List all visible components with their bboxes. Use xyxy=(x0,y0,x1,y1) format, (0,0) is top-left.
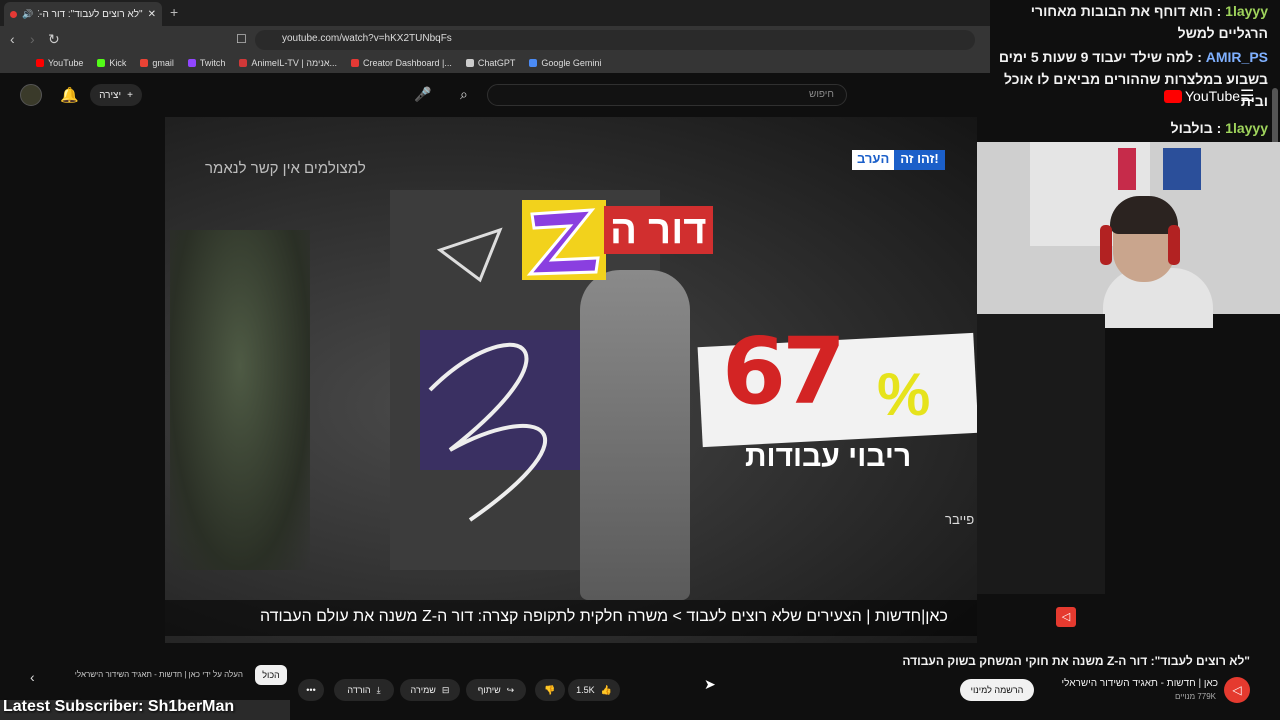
news-ticker-text: כאן|חדשות | הצעירים שלא רוצים לעבוד > מש… xyxy=(260,608,948,625)
video-side-area xyxy=(977,314,1105,594)
forward-icon[interactable]: › xyxy=(30,31,35,47)
thumbs-down-icon: 👎 xyxy=(544,684,556,695)
hamburger-menu-icon[interactable]: ☰ xyxy=(1240,86,1254,106)
save-button[interactable]: שמירה ⊟ xyxy=(400,679,460,701)
like-button[interactable]: 1.5K 👍 xyxy=(568,679,620,701)
video-tree xyxy=(170,230,310,570)
create-label: יצירה xyxy=(99,89,122,101)
headset-icon xyxy=(1100,225,1112,265)
url-bar[interactable]: youtube.com/watch?v=hKX2TUNbqFs xyxy=(255,30,975,50)
headset-icon xyxy=(1168,225,1180,265)
webcam-poster xyxy=(1118,148,1136,190)
channel-avatar[interactable]: ◁ xyxy=(1224,677,1250,703)
more-actions-button[interactable]: ••• xyxy=(298,679,324,701)
video-title: "לא רוצים לעבוד": דור ה-Z משנה את חוקי ה… xyxy=(902,654,1250,668)
bookmark-item[interactable]: gmail xyxy=(140,58,174,68)
uploaded-by-text: העלה על ידי כאן | חדשות - תאגיד השידור ה… xyxy=(74,670,243,679)
dislike-button[interactable]: 👎 xyxy=(535,679,565,701)
youtube-play-icon xyxy=(1164,89,1182,103)
bookmark-favicon-icon xyxy=(187,59,196,67)
chat-message: 1layyy : הוא דוחף את הבובות מאחורי הרגלי… xyxy=(1030,3,1268,41)
bookmark-favicon-icon xyxy=(529,59,538,67)
kan-logo-icon: ◁ xyxy=(1056,607,1076,627)
mouse-cursor-icon: ➤ xyxy=(704,676,716,692)
subscriber-count: 779K מנויים xyxy=(1174,692,1216,701)
bookmark-item[interactable]: ChatGPT xyxy=(465,58,515,68)
video-disclaimer: למצולמים אין קשר לנאמר xyxy=(205,160,366,177)
bookmark-item[interactable]: YouTube xyxy=(36,58,83,68)
video-person xyxy=(580,270,690,600)
avatar[interactable] xyxy=(20,84,42,106)
bookmark-favicon-icon xyxy=(465,59,474,67)
plus-icon: + xyxy=(127,89,133,101)
bookmark-favicon-icon xyxy=(36,59,44,67)
new-tab-button[interactable]: + xyxy=(170,4,178,20)
webcam-poster xyxy=(1163,148,1201,190)
bookmark-item[interactable]: Google Gemini xyxy=(529,58,601,68)
search-icon[interactable]: ⌕ xyxy=(460,86,468,103)
bell-icon[interactable]: 🔔 xyxy=(60,86,79,104)
show-badge: הערב זהו זה! xyxy=(852,150,970,170)
bookmark-favicon-icon xyxy=(97,59,106,67)
download-icon: ⤓ xyxy=(376,684,381,695)
close-tab-icon[interactable]: ✕ xyxy=(148,9,156,20)
bookmark-favicon-icon xyxy=(239,59,248,67)
z-generation-logo xyxy=(522,200,606,280)
bookmark-favicon-icon xyxy=(140,59,149,67)
thumbs-up-icon: 👍 xyxy=(600,684,612,695)
stat-number: 67 xyxy=(722,318,846,425)
dor-title: דור ה xyxy=(604,206,713,254)
bookmark-icon: ⊟ xyxy=(441,684,450,695)
search-input[interactable]: חיפוש xyxy=(487,84,847,106)
tab-title: "לא רוצים לעבוד": דור ה-Z מ... xyxy=(38,8,143,20)
scrollbar[interactable] xyxy=(1272,88,1278,148)
reload-icon[interactable]: ↻ xyxy=(48,31,60,48)
share-icon: ↪ xyxy=(506,684,515,695)
chevron-left-icon[interactable]: ‹ xyxy=(30,669,35,685)
bookmark-item[interactable]: Kick xyxy=(97,58,126,68)
browser-tab[interactable]: 🔊 "לא רוצים לעבוד": דור ה-Z מ... ✕ xyxy=(4,2,162,26)
stat-label: ריבוי עבודות xyxy=(745,440,912,473)
filter-chip-all[interactable]: הכול xyxy=(255,665,287,685)
bookmarks-bar: YouTube Kick gmail Twitch AnimeIL-TV | א… xyxy=(0,53,990,73)
youtube-logo[interactable]: YouTube xyxy=(1164,88,1240,104)
bookmark-item[interactable]: Twitch xyxy=(187,58,225,68)
bookmark-item[interactable]: AnimeIL-TV | אנימה... xyxy=(239,58,337,68)
bookmark-star-icon[interactable]: ☐ xyxy=(236,32,247,46)
bookmark-item[interactable]: Creator Dashboard |... xyxy=(351,58,452,68)
channel-name[interactable]: כאן | חדשות - תאגיד השידור הישראלי xyxy=(1040,678,1218,689)
create-button[interactable]: יצירה + xyxy=(90,84,142,106)
subscribe-button[interactable]: הרשמה למינוי xyxy=(960,679,1034,701)
recording-icon xyxy=(10,10,17,18)
share-button[interactable]: שיתוף ↪ xyxy=(466,679,526,701)
chat-message: 1layyy : בולבול xyxy=(1170,120,1268,136)
back-icon[interactable]: ‹ xyxy=(10,31,15,47)
bookmark-favicon-icon xyxy=(351,59,359,67)
microphone-icon[interactable]: 🎤 xyxy=(414,86,431,103)
download-button[interactable]: הורדה ⤓ xyxy=(334,679,394,701)
stat-percent: % xyxy=(877,361,931,428)
speaker-icon[interactable]: 🔊 xyxy=(22,9,33,20)
latest-subscriber-overlay: Latest Subscriber: Sh1berMan xyxy=(3,698,235,715)
